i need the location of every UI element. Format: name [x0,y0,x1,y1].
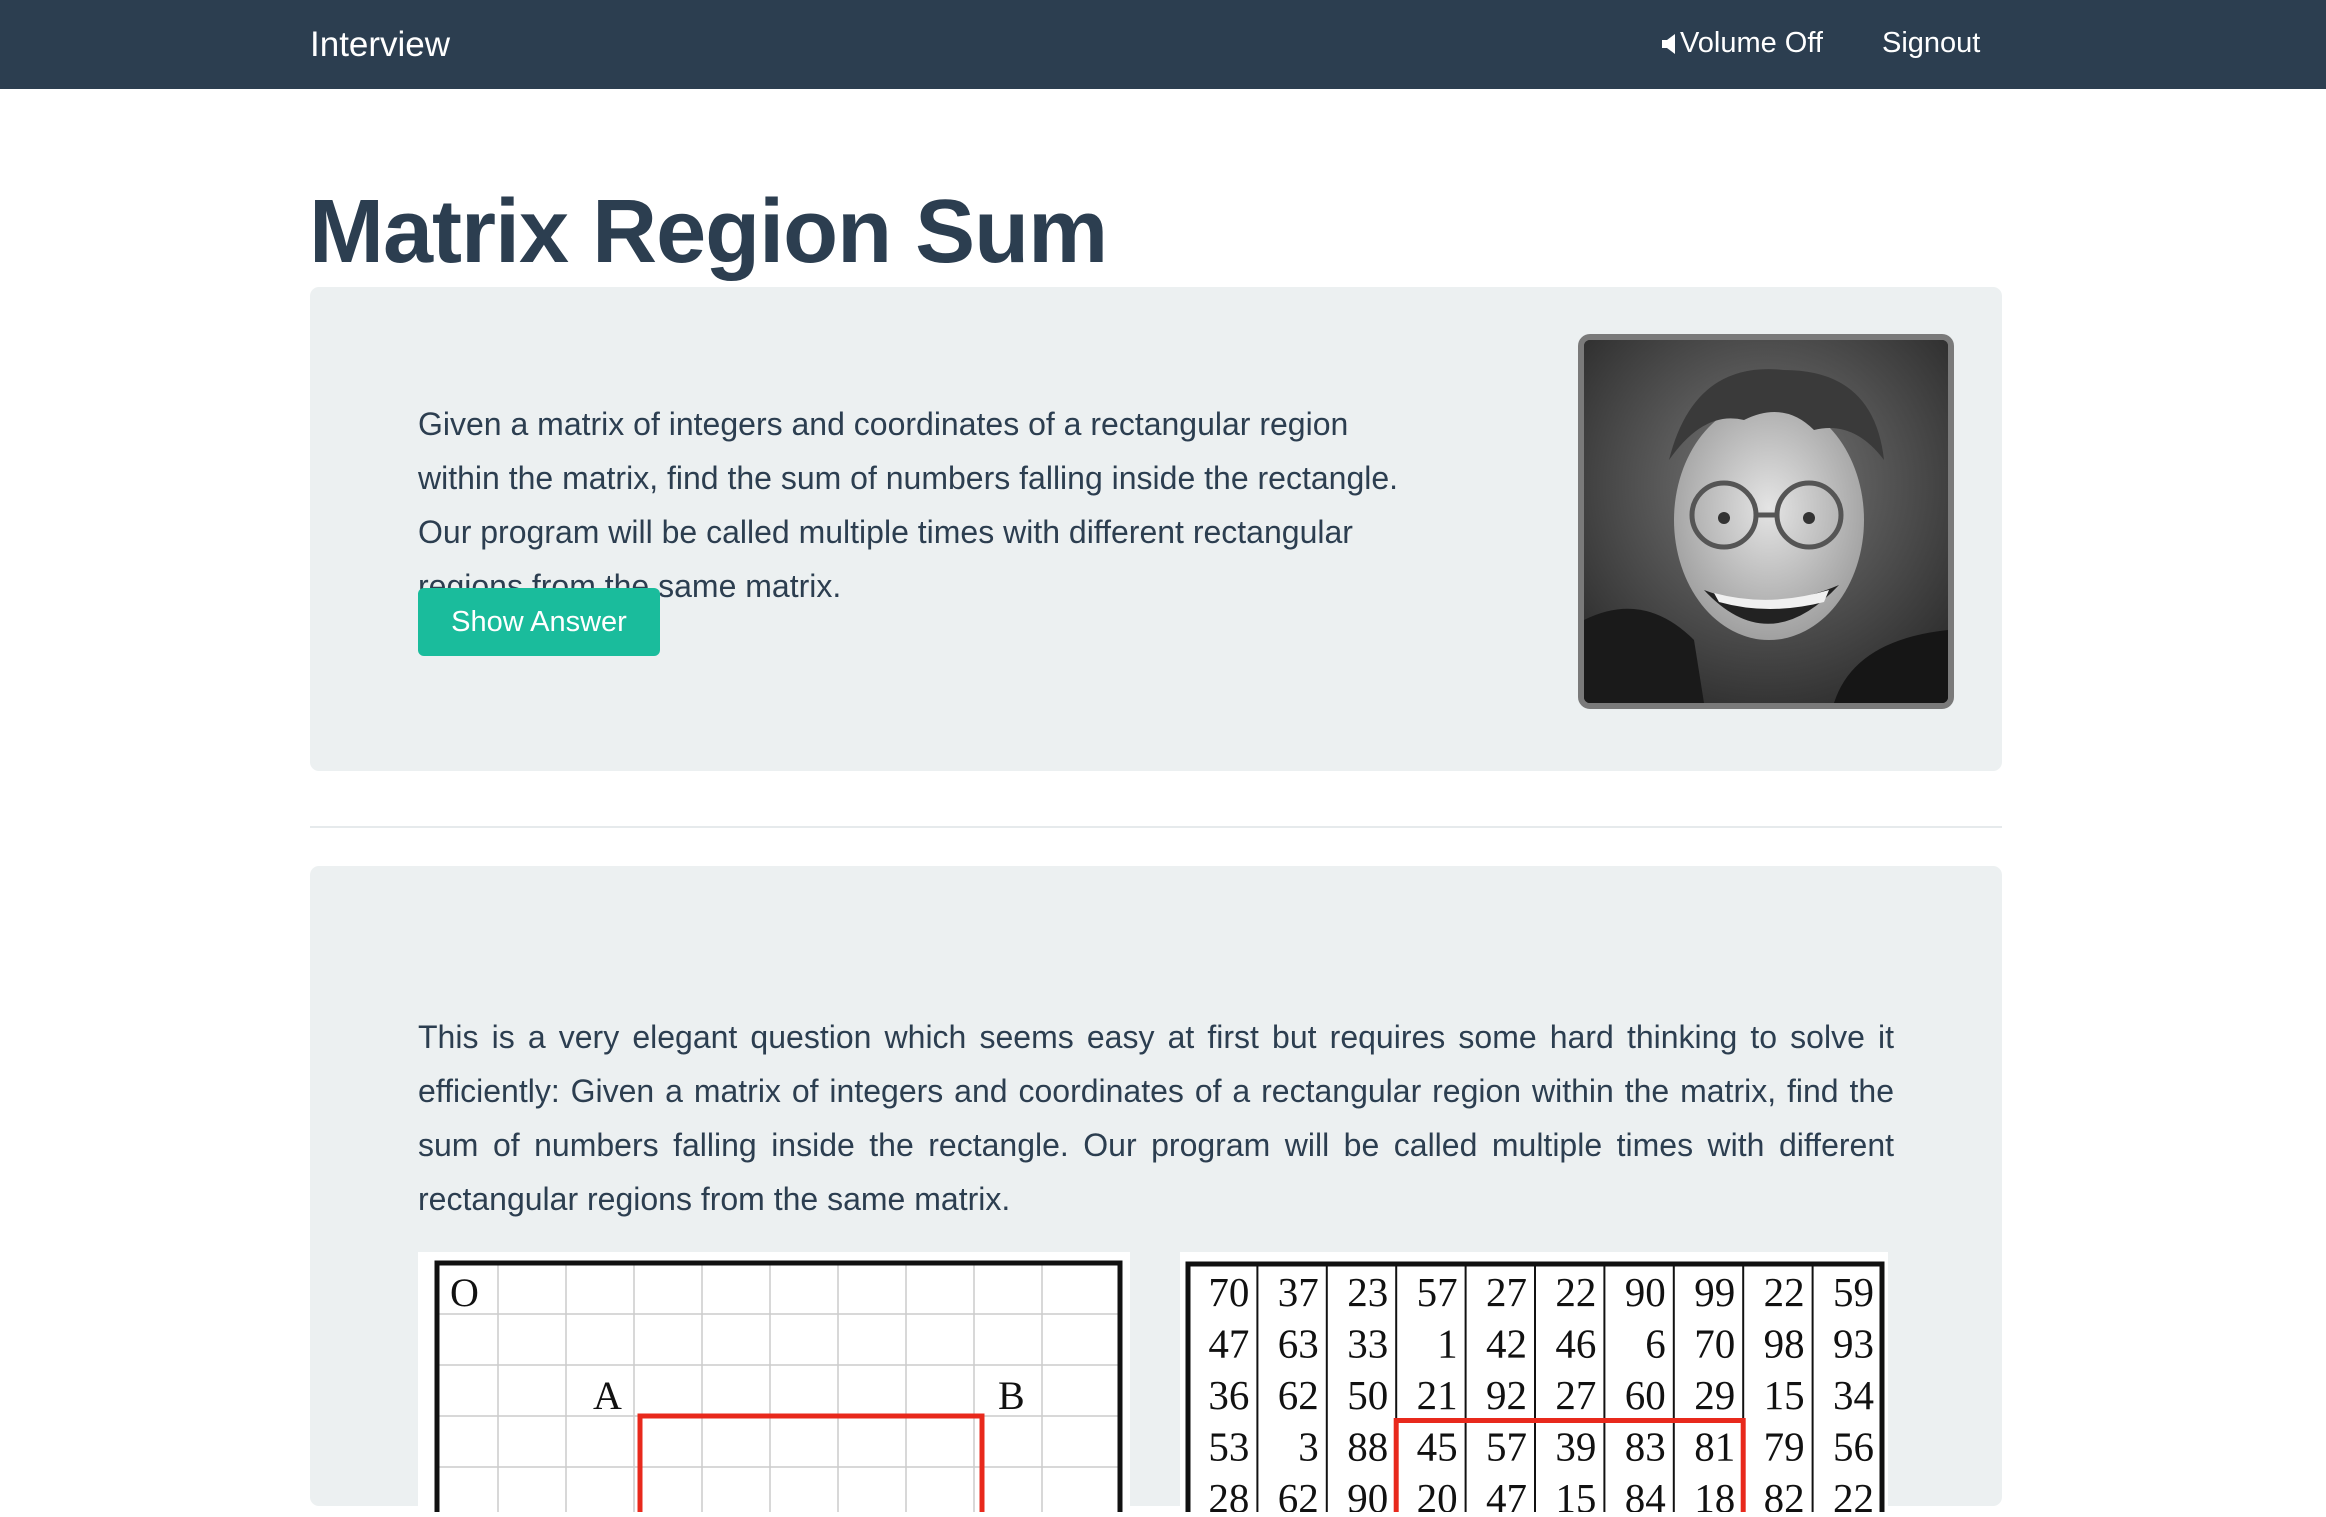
navbar: Interview Volume Off Signout [0,0,2326,89]
matrix-cell: 57 [1486,1424,1527,1470]
matrix-cell: 53 [1208,1424,1249,1470]
matrix-cell: 63 [1278,1321,1319,1367]
matrix-cell: 22 [1555,1269,1596,1315]
query-rectangle [637,1413,985,1517]
answer-text: This is a very elegant question which se… [418,1019,1894,1217]
matrix-cell: 18 [1694,1475,1735,1512]
matrix-cell: 29 [1694,1372,1735,1418]
matrix-cell: 92 [1486,1372,1527,1418]
origin-label: O [450,1270,479,1315]
matrix-cell: 27 [1555,1372,1596,1418]
matrix-cell: 81 [1694,1424,1735,1470]
portrait-image [1584,340,1948,703]
matrix-cell: 22 [1764,1269,1805,1315]
point-b-label: B [998,1373,1025,1418]
point-a-label: A [593,1373,622,1418]
matrix-cell: 47 [1486,1475,1527,1512]
matrix-cell: 90 [1347,1475,1388,1512]
matrix-cell: 39 [1555,1424,1596,1470]
matrix-cell: 98 [1764,1321,1805,1367]
matrix-table: 70 37 23 57 27 22 90 99 22 59 47 63 33 1 42 46 6 70 98 93 36… [1180,1252,1888,1517]
matrix-cell: 82 [1764,1475,1805,1512]
matrix-cell: 47 [1208,1321,1249,1367]
matrix-cell: 6 [1645,1321,1666,1367]
matrix-cell: 99 [1694,1269,1735,1315]
matrix-cell: 90 [1625,1269,1666,1315]
matrix-cell: 46 [1555,1321,1596,1367]
matrix-cell: 62 [1278,1372,1319,1418]
matrix-cell: 59 [1833,1269,1874,1315]
matrix-cell: 79 [1764,1424,1805,1470]
matrix-cell: 23 [1347,1269,1388,1315]
question-text: Given a matrix of integers and coordinat… [418,406,1399,604]
matrix-cell: 36 [1208,1372,1249,1418]
answer-panel: This is a very elegant question which se… [310,866,2002,1517]
matrix-cell: 21 [1417,1372,1458,1418]
matrix-cell: 57 [1417,1269,1458,1315]
matrix-cell: 42 [1486,1321,1527,1367]
matrix-cell: 22 [1833,1475,1874,1512]
question-panel: Given a matrix of integers and coordinat… [310,287,2002,771]
matrix-cell: 45 [1417,1424,1458,1470]
interviewer-portrait [1578,334,1954,709]
matrix-cell: 3 [1298,1424,1319,1470]
section-divider [310,826,2002,828]
matrix-cell: 83 [1625,1424,1666,1470]
brand-link[interactable]: Interview [310,0,450,89]
signout-link[interactable]: Signout [1882,0,1980,87]
matrix-cell: 56 [1833,1424,1874,1470]
matrix-cell: 15 [1764,1372,1805,1418]
volume-label: Volume Off [1680,27,1823,59]
show-answer-button[interactable]: Show Answer [418,588,660,656]
volume-toggle[interactable]: Volume Off [1662,0,1823,87]
matrix-cell: 70 [1694,1321,1735,1367]
matrix-cell: 62 [1278,1475,1319,1512]
matrix-cell: 27 [1486,1269,1527,1315]
matrix-cell: 84 [1625,1475,1666,1512]
volume-off-icon [1662,33,1675,54]
matrix-cell: 28 [1208,1475,1249,1512]
matrix-cell: 1 [1437,1321,1458,1367]
matrix-cell: 33 [1347,1321,1388,1367]
matrix-cell: 60 [1625,1372,1666,1418]
matrix-cell: 93 [1833,1321,1874,1367]
region-diagram: O A B [418,1252,1130,1517]
matrix-cell: 15 [1555,1475,1596,1512]
matrix-cell: 70 [1208,1269,1249,1315]
page-title: Matrix Region Sum [309,182,1108,282]
matrix-cell: 34 [1833,1372,1874,1418]
matrix-cell: 50 [1347,1372,1388,1418]
matrix-cell: 37 [1278,1269,1319,1315]
matrix-cell: 88 [1347,1424,1388,1470]
matrix-cell: 20 [1417,1475,1458,1512]
